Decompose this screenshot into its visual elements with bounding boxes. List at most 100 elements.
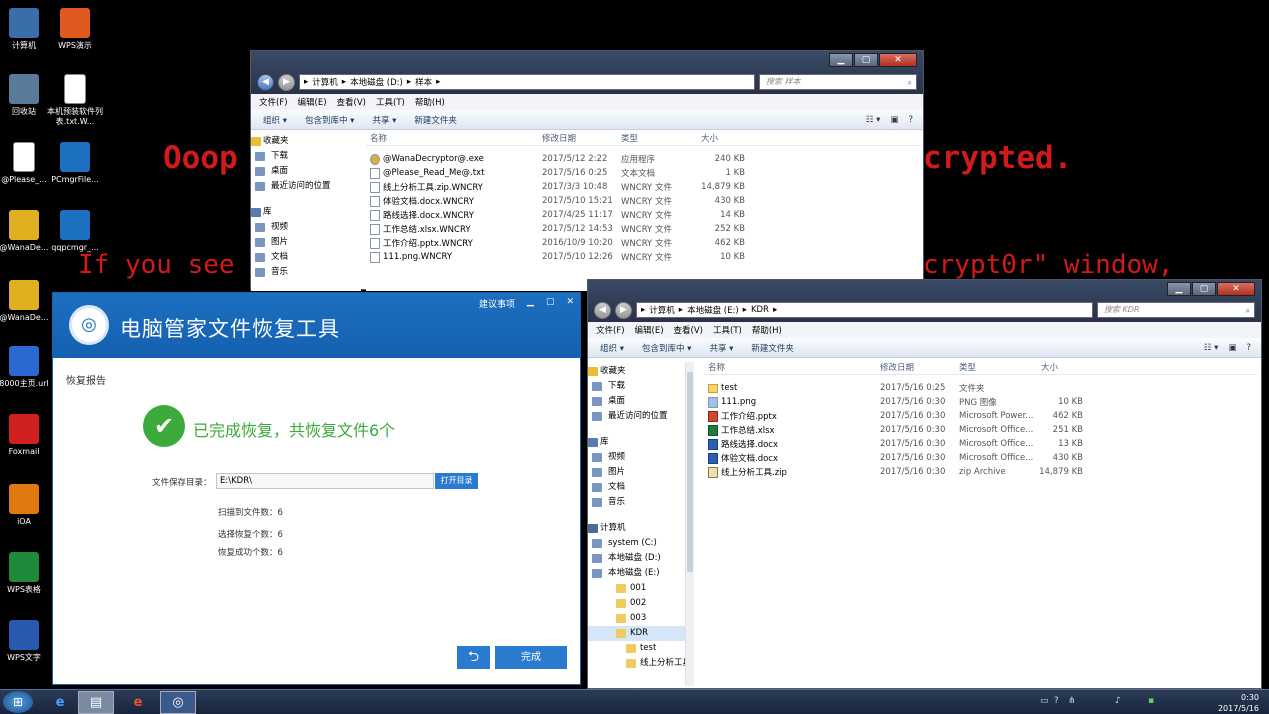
- file-row[interactable]: 111.png2017/5/16 0:30PNG 图像10 KB: [704, 395, 1257, 409]
- nav-item[interactable]: 桌面: [251, 164, 361, 179]
- maximize-button[interactable]: ▢: [546, 297, 555, 310]
- toolbar-button[interactable]: 包含到库中 ▾: [305, 114, 354, 126]
- address-bar[interactable]: ▸计算机▸本地磁盘 (E:)▸KDR▸: [636, 302, 1093, 318]
- file-row[interactable]: 工作总结.xlsx.WNCRY2017/5/12 14:53WNCRY 文件25…: [366, 222, 919, 236]
- back-icon[interactable]: ◀: [594, 302, 611, 319]
- search-input[interactable]: 搜索 KDR⌕: [1097, 302, 1255, 318]
- nav-item[interactable]: 文档: [251, 250, 361, 265]
- keyboard-icon[interactable]: ▭: [1040, 696, 1049, 706]
- file-row[interactable]: 路线选择.docx.WNCRY2017/4/25 11:17WNCRY 文件14…: [366, 208, 919, 222]
- column-header[interactable]: 名称: [366, 132, 538, 144]
- nav-item[interactable]: 桌面: [588, 394, 685, 409]
- nav-item[interactable]: 003: [588, 611, 685, 626]
- breadcrumb-item[interactable]: 计算机: [649, 304, 675, 316]
- explorer-window-kdr[interactable]: ▁ ▢ ✕ ◀ ▶ ▸计算机▸本地磁盘 (E:)▸KDR▸ 搜索 KDR⌕ 文件…: [587, 279, 1262, 689]
- menu-item[interactable]: 工具(T): [713, 324, 742, 336]
- file-row[interactable]: 工作介绍.pptx.WNCRY2016/10/9 10:20WNCRY 文件46…: [366, 236, 919, 250]
- menu-item[interactable]: 帮助(H): [752, 324, 782, 336]
- file-row[interactable]: 体验文档.docx2017/5/16 0:30Microsoft Office.…: [704, 451, 1257, 465]
- nav-item[interactable]: 收藏夹: [251, 134, 361, 149]
- nav-item[interactable]: 音乐: [251, 265, 361, 280]
- desktop-icon[interactable]: 本机预装软件列表.txt.W...: [43, 74, 107, 127]
- minimize-button[interactable]: ▁: [829, 53, 853, 67]
- back-button[interactable]: ⮌: [457, 646, 490, 669]
- pcmgr-taskbar-icon[interactable]: ◎: [160, 691, 196, 714]
- desktop-icon[interactable]: qqpcmgr_...: [43, 210, 107, 253]
- column-header[interactable]: 名称: [704, 361, 876, 373]
- desktop-icon[interactable]: Foxmail: [0, 414, 56, 457]
- search-input[interactable]: 搜索 样本⌕: [759, 74, 917, 90]
- menu-item[interactable]: 查看(V): [337, 96, 366, 108]
- forward-icon[interactable]: ▶: [615, 302, 632, 319]
- nav-item[interactable]: 视频: [251, 220, 361, 235]
- nav-item[interactable]: 最近访问的位置: [251, 179, 361, 194]
- help-icon[interactable]: ?: [1054, 696, 1059, 706]
- volume-icon[interactable]: ♪: [1115, 696, 1121, 706]
- forward-icon[interactable]: ▶: [278, 74, 295, 91]
- recovery-tool-window[interactable]: ◎ 电脑管家文件恢复工具 建议事项 ▁ ▢ ✕ 恢复报告 ✔ 已完成恢复，共恢复…: [52, 292, 581, 685]
- file-row[interactable]: @WanaDecryptor@.exe2017/5/12 2:22应用程序240…: [366, 152, 919, 166]
- nav-item[interactable]: 音乐: [588, 495, 685, 510]
- nav-item[interactable]: 下载: [251, 149, 361, 164]
- help-icon[interactable]: ?: [1246, 343, 1251, 353]
- address-bar[interactable]: ▸计算机▸本地磁盘 (D:)▸样本▸: [299, 74, 755, 90]
- file-row[interactable]: @Please_Read_Me@.txt2017/5/16 0:25文本文档1 …: [366, 166, 919, 180]
- column-header[interactable]: 大小: [1037, 361, 1083, 373]
- browser-taskbar-icon[interactable]: e: [120, 691, 156, 714]
- desktop-icon[interactable]: iOA: [0, 484, 56, 527]
- nav-item[interactable]: 002: [588, 596, 685, 611]
- nav-item[interactable]: 库: [588, 435, 685, 450]
- menu-item[interactable]: 文件(F): [596, 324, 625, 336]
- network-icon[interactable]: ⋔: [1068, 696, 1076, 706]
- file-row[interactable]: 线上分析工具.zip2017/5/16 0:30zip Archive14,87…: [704, 465, 1257, 479]
- desktop-icon[interactable]: PCmgrFile...: [43, 142, 107, 185]
- file-row[interactable]: test2017/5/16 0:25文件夹: [704, 381, 1257, 395]
- preview-pane-icon[interactable]: ▣: [890, 115, 898, 125]
- preview-pane-icon[interactable]: ▣: [1228, 343, 1236, 353]
- desktop-icon[interactable]: WPS表格: [0, 552, 56, 595]
- breadcrumb-item[interactable]: KDR: [751, 305, 769, 315]
- menu-item[interactable]: 帮助(H): [415, 96, 445, 108]
- breadcrumb-item[interactable]: 样本: [415, 76, 432, 88]
- nav-item[interactable]: KDR: [588, 626, 685, 641]
- toolbar-button[interactable]: 新建文件夹: [414, 114, 457, 126]
- start-button[interactable]: ⊞: [3, 691, 33, 713]
- tray-app-icon[interactable]: ▪: [1148, 696, 1154, 706]
- file-row[interactable]: 线上分析工具.zip.WNCRY2017/3/3 10:48WNCRY 文件14…: [366, 180, 919, 194]
- open-folder-button[interactable]: 打开目录: [435, 473, 478, 489]
- nav-item[interactable]: 计算机: [588, 521, 685, 536]
- minimize-button[interactable]: ▁: [1167, 282, 1191, 296]
- back-icon[interactable]: ◀: [257, 74, 274, 91]
- nav-item[interactable]: 线上分析工具: [588, 656, 685, 671]
- desktop-icon[interactable]: 8000主页.url: [0, 346, 56, 389]
- nav-scrollbar[interactable]: [685, 362, 694, 686]
- explorer-window-samples[interactable]: ▁ ▢ ✕ ◀ ▶ ▸计算机▸本地磁盘 (D:)▸样本▸ 搜索 样本⌕ 文件(F…: [250, 50, 924, 290]
- toolbar-button[interactable]: 新建文件夹: [751, 342, 794, 354]
- desktop-icon[interactable]: WPS文字: [0, 620, 56, 663]
- file-row[interactable]: 体验文档.docx.WNCRY2017/5/10 15:21WNCRY 文件43…: [366, 194, 919, 208]
- ie-taskbar-icon[interactable]: e: [42, 691, 78, 714]
- breadcrumb-item[interactable]: 本地磁盘 (E:): [687, 304, 739, 316]
- toolbar-button[interactable]: 组织 ▾: [263, 114, 287, 126]
- file-row[interactable]: 111.png.WNCRY2017/5/10 12:26WNCRY 文件10 K…: [366, 250, 919, 264]
- toolbar-button[interactable]: 组织 ▾: [600, 342, 624, 354]
- nav-item[interactable]: 收藏夹: [588, 364, 685, 379]
- close-button[interactable]: ✕: [879, 53, 917, 67]
- column-header[interactable]: 类型: [955, 361, 1037, 373]
- suggest-link[interactable]: 建议事项: [479, 297, 515, 310]
- maximize-button[interactable]: ▢: [1192, 282, 1216, 296]
- close-button[interactable]: ✕: [1217, 282, 1255, 296]
- nav-item[interactable]: 最近访问的位置: [588, 409, 685, 424]
- help-icon[interactable]: ?: [908, 115, 913, 125]
- nav-item[interactable]: 本地磁盘 (E:): [588, 566, 685, 581]
- column-header[interactable]: 修改日期: [876, 361, 955, 373]
- toolbar-button[interactable]: 包含到库中 ▾: [642, 342, 691, 354]
- explorer-taskbar-icon[interactable]: ▤: [78, 691, 114, 714]
- nav-item[interactable]: 文档: [588, 480, 685, 495]
- clock[interactable]: 0:30 2017/5/16: [1218, 692, 1259, 714]
- menu-item[interactable]: 文件(F): [259, 96, 288, 108]
- nav-item[interactable]: 本地磁盘 (D:): [588, 551, 685, 566]
- column-header[interactable]: 修改日期: [538, 132, 617, 144]
- nav-item[interactable]: 库: [251, 205, 361, 220]
- menu-item[interactable]: 编辑(E): [635, 324, 664, 336]
